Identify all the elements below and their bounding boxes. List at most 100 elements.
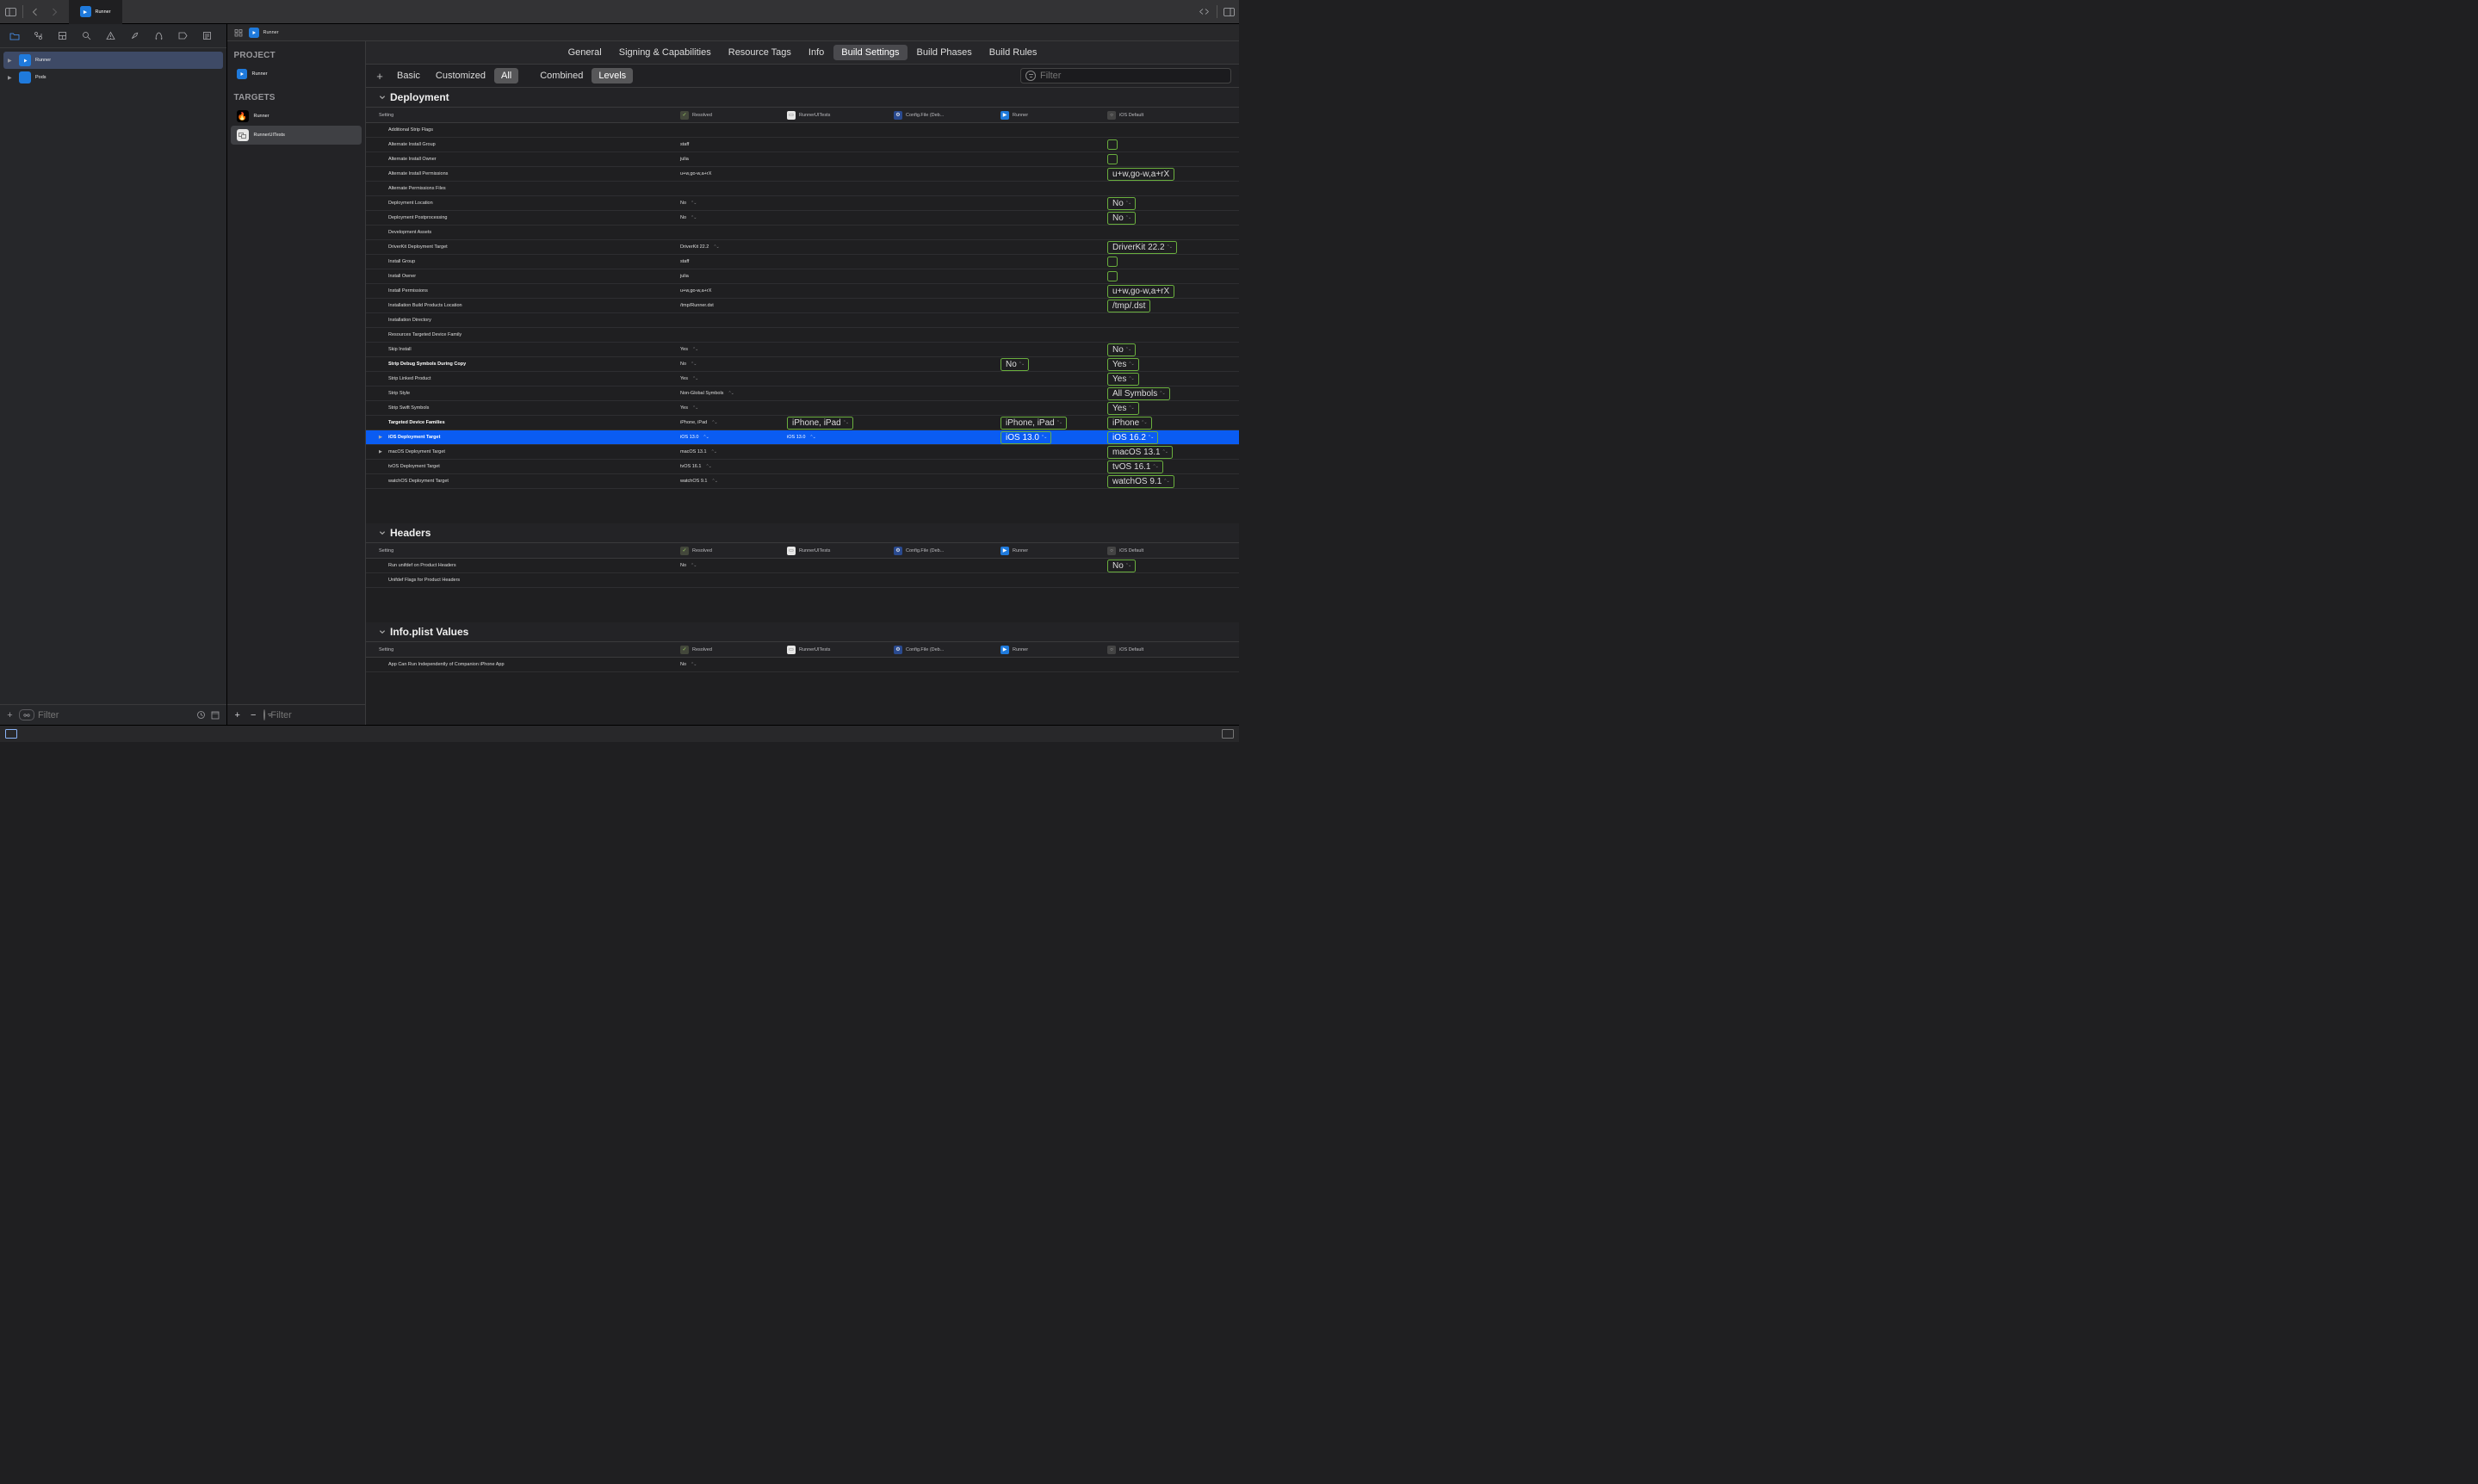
build-setting-row[interactable]: Install Owner julia: [366, 269, 1239, 284]
tab-signing[interactable]: Signing & Capabilities: [611, 45, 719, 60]
report-navigator-icon[interactable]: [197, 28, 217, 44]
columns-header: Setting ✓Resolved ▭RunnerUITests ⚙Config…: [366, 108, 1239, 123]
tree-item-pods[interactable]: ▶ Pods: [3, 69, 223, 86]
test-navigator-icon[interactable]: [125, 28, 145, 44]
build-setting-row[interactable]: Alternate Install Permissions u+w,go-w,a…: [366, 167, 1239, 182]
breakpoint-navigator-icon[interactable]: [173, 28, 193, 44]
col-setting: Setting: [379, 647, 680, 652]
build-setting-row[interactable]: Development Assets: [366, 226, 1239, 240]
symbol-navigator-icon[interactable]: [53, 28, 72, 44]
build-setting-row[interactable]: Installation Directory: [366, 313, 1239, 328]
display-segmented-control: Combined Levels: [533, 68, 633, 83]
add-build-setting-button[interactable]: +: [374, 70, 386, 82]
project-item-runner[interactable]: Runner: [231, 65, 362, 83]
col-target: ▭RunnerUITests: [787, 646, 894, 654]
issue-navigator-icon[interactable]: [101, 28, 121, 44]
build-setting-row[interactable]: App Can Run Independently of Companion i…: [366, 658, 1239, 672]
find-navigator-icon[interactable]: [77, 28, 96, 44]
build-setting-row[interactable]: Strip Swift Symbols Yes⌃⌄ Yes⌃⌄: [366, 401, 1239, 416]
project-tree: ▶ Runner ▶ Pods: [0, 48, 226, 704]
scope-customized[interactable]: Customized: [429, 68, 493, 83]
build-setting-row[interactable]: Deployment Location No⌃⌄ No⌃⌄: [366, 196, 1239, 211]
col-project: ▶Runner: [1000, 646, 1107, 654]
target-item-runner[interactable]: 🔥 Runner: [231, 107, 362, 126]
jump-bar: Runner: [227, 24, 1240, 41]
jump-bar-item[interactable]: Runner: [263, 30, 279, 35]
navigator-selector-bar: [0, 24, 226, 48]
build-setting-row[interactable]: Strip Debug Symbols During Copy No⌃⌄ No⌃…: [366, 357, 1239, 372]
toggle-debug-area-button[interactable]: [1222, 729, 1234, 739]
build-setting-row[interactable]: Deployment Postprocessing No⌃⌄ No⌃⌄: [366, 211, 1239, 226]
build-setting-row[interactable]: watchOS Deployment Target watchOS 9.1⌃⌄ …: [366, 474, 1239, 489]
build-setting-row[interactable]: ▶macOS Deployment Target macOS 13.1⌃⌄ ma…: [366, 445, 1239, 460]
navigator-filter-input[interactable]: [38, 710, 193, 720]
build-settings-grid[interactable]: Deployment Setting ✓Resolved ▭RunnerUITe…: [366, 88, 1239, 725]
target-item-runneruitests[interactable]: RunnerUITests: [231, 126, 362, 145]
project-section-label: PROJECT: [227, 41, 366, 65]
section-header[interactable]: Deployment: [366, 88, 1239, 108]
build-setting-row[interactable]: Alternate Install Group staff: [366, 138, 1239, 152]
app-icon: [249, 28, 259, 38]
build-setting-row[interactable]: Alternate Install Owner julia: [366, 152, 1239, 167]
col-target: ▭RunnerUITests: [787, 547, 894, 555]
nav-forward-button[interactable]: [46, 4, 64, 20]
build-setting-row[interactable]: Targeted Device Families iPhone, iPad⌃⌄ …: [366, 416, 1239, 430]
tab-build-phases[interactable]: Build Phases: [909, 45, 980, 60]
filter-icon[interactable]: [263, 709, 265, 720]
targets-footer: + −: [227, 704, 366, 725]
disclosure-icon[interactable]: ▶: [8, 75, 15, 81]
build-setting-row[interactable]: Install Group staff: [366, 255, 1239, 269]
scm-filter-pill[interactable]: [19, 709, 34, 720]
build-setting-row[interactable]: Alternate Permissions Files: [366, 182, 1239, 196]
display-levels[interactable]: Levels: [592, 68, 633, 83]
toggle-left-panel-button[interactable]: [2, 4, 19, 20]
tab-general[interactable]: General: [561, 45, 610, 60]
nav-back-button[interactable]: [27, 4, 44, 20]
build-settings-search-input[interactable]: [1040, 71, 1226, 81]
toggle-editor-layout-button[interactable]: [1220, 4, 1237, 20]
section-header[interactable]: Headers: [366, 523, 1239, 543]
tab-resource-tags[interactable]: Resource Tags: [721, 45, 799, 60]
tab-build-settings[interactable]: Build Settings: [833, 45, 907, 60]
related-items-icon[interactable]: [232, 27, 245, 39]
scope-filter-icon[interactable]: [211, 711, 222, 720]
add-target-button[interactable]: +: [232, 710, 243, 720]
tree-item-label: Runner: [35, 58, 51, 63]
scope-all[interactable]: All: [494, 68, 518, 83]
col-config: ⚙Config.File (Deb...: [894, 646, 1000, 654]
build-setting-row[interactable]: Skip Install Yes⌃⌄ No⌃⌄: [366, 343, 1239, 357]
section-header[interactable]: Info.plist Values: [366, 622, 1239, 642]
window-toolbar: ▶ Runner: [0, 0, 1239, 24]
build-setting-row[interactable]: Unifdef Flags for Product Headers: [366, 573, 1239, 588]
tab-build-rules[interactable]: Build Rules: [982, 45, 1045, 60]
build-setting-row[interactable]: Additional Strip Flags: [366, 123, 1239, 138]
build-setting-row[interactable]: ▶iOS Deployment Target iOS 13.0⌃⌄ iOS 13…: [366, 430, 1239, 445]
build-setting-row[interactable]: DriverKit Deployment Target DriverKit 22…: [366, 240, 1239, 255]
source-control-navigator-icon[interactable]: [28, 28, 48, 44]
col-setting: Setting: [379, 113, 680, 118]
build-setting-row[interactable]: Strip Style Non-Global Symbols⌃⌄ All Sym…: [366, 386, 1239, 401]
build-setting-row[interactable]: Run unifdef on Product Headers No⌃⌄ No⌃⌄: [366, 559, 1239, 573]
build-setting-row[interactable]: Strip Linked Product Yes⌃⌄ Yes⌃⌄: [366, 372, 1239, 386]
debug-area-icon[interactable]: [5, 729, 17, 739]
disclosure-icon[interactable]: ▶: [8, 58, 15, 64]
add-button[interactable]: +: [4, 710, 15, 720]
enable-code-review-button[interactable]: [1196, 4, 1213, 20]
remove-target-button[interactable]: −: [248, 710, 258, 720]
document-tab-runner[interactable]: ▶ Runner: [69, 0, 122, 24]
tree-item-runner[interactable]: ▶ Runner: [3, 52, 223, 69]
recent-filter-icon[interactable]: [196, 710, 208, 720]
build-setting-row[interactable]: Install Permissions u+w,go-w,a+rX u+w,go…: [366, 284, 1239, 299]
build-setting-row[interactable]: Resources Targeted Device Family: [366, 328, 1239, 343]
tab-info[interactable]: Info: [801, 45, 832, 60]
debug-navigator-icon[interactable]: [149, 28, 169, 44]
build-setting-row[interactable]: tvOS Deployment Target tvOS 16.1⌃⌄ tvOS …: [366, 460, 1239, 474]
col-config: ⚙Config.File (Deb...: [894, 111, 1000, 120]
build-setting-row[interactable]: Installation Build Products Location /tm…: [366, 299, 1239, 313]
scope-basic[interactable]: Basic: [390, 68, 427, 83]
project-item-label: Runner: [252, 71, 268, 77]
project-navigator-icon[interactable]: [4, 28, 24, 44]
display-combined[interactable]: Combined: [533, 68, 590, 83]
app-icon: [237, 69, 247, 79]
editor-area: Runner PROJECT Runner TARGETS 🔥 Runner R…: [227, 24, 1240, 725]
